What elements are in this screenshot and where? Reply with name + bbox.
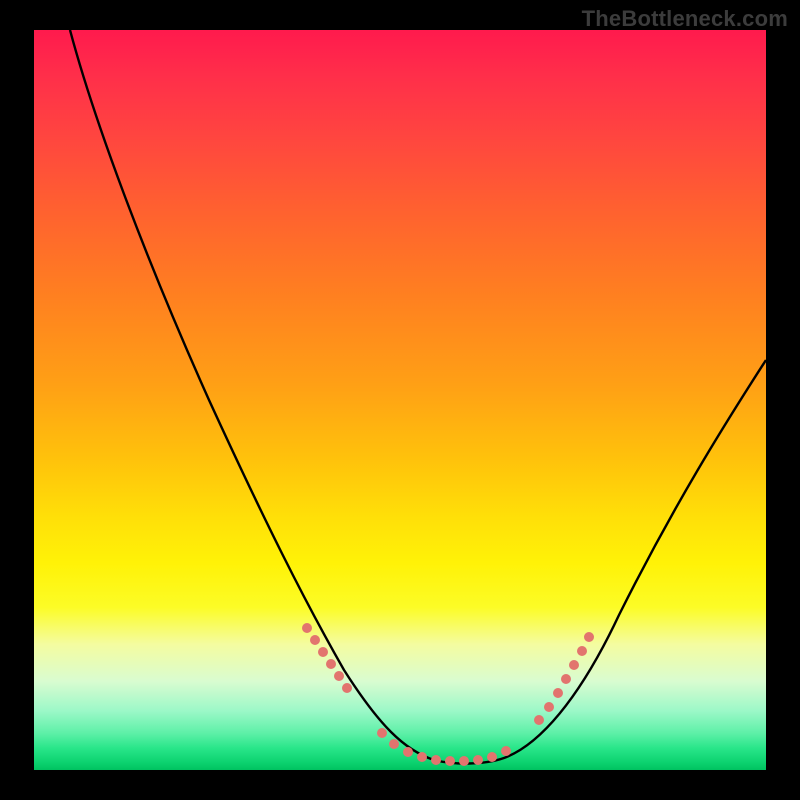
marker-dot [310, 635, 320, 645]
marker-dot [403, 747, 413, 757]
marker-dot [445, 756, 455, 766]
marker-group [302, 623, 594, 766]
marker-dot [318, 647, 328, 657]
marker-dot [584, 632, 594, 642]
marker-dot [459, 756, 469, 766]
marker-dot [544, 702, 554, 712]
marker-dot [334, 671, 344, 681]
bottleneck-curve-path [70, 30, 766, 764]
marker-dot [534, 715, 544, 725]
marker-dot [389, 739, 399, 749]
marker-dot [431, 755, 441, 765]
marker-dot [553, 688, 563, 698]
marker-dot [501, 746, 511, 756]
marker-dot [473, 755, 483, 765]
watermark-text: TheBottleneck.com [582, 6, 788, 32]
marker-dot [561, 674, 571, 684]
marker-dot [342, 683, 352, 693]
marker-dot [326, 659, 336, 669]
marker-dot [577, 646, 587, 656]
marker-dot [377, 728, 387, 738]
marker-dot [569, 660, 579, 670]
marker-dot [302, 623, 312, 633]
marker-dot [487, 752, 497, 762]
marker-dot [417, 752, 427, 762]
bottleneck-chart [34, 30, 766, 770]
